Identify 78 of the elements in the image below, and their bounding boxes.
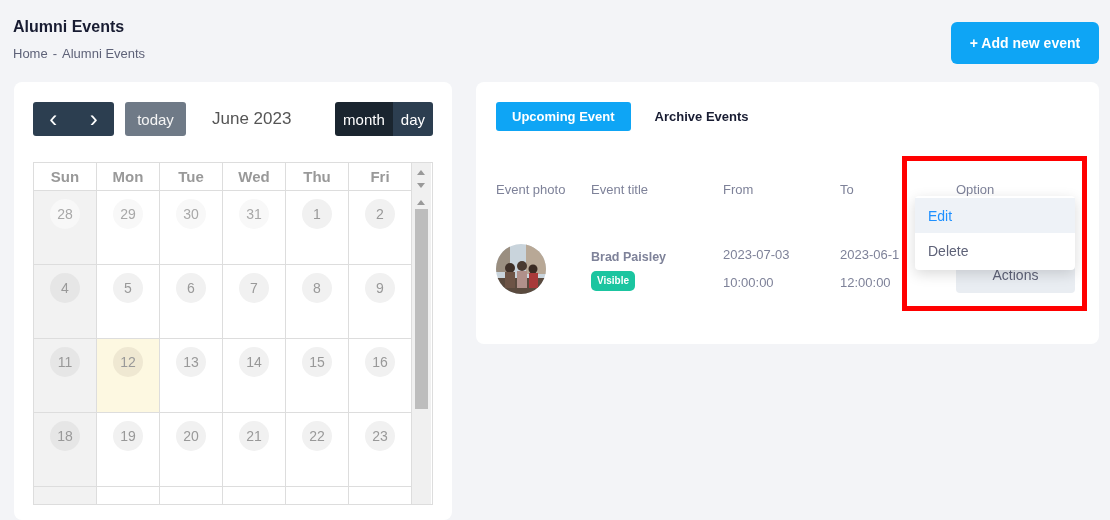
day-number[interactable]: 7 xyxy=(239,273,269,303)
to-date: 2023-06-1 xyxy=(840,246,900,264)
day-cell[interactable]: 15 xyxy=(286,339,349,413)
today-cell[interactable]: 12 xyxy=(97,339,160,413)
day-cell[interactable]: 11 xyxy=(34,339,97,413)
breadcrumb-item: Alumni Events xyxy=(62,46,146,61)
day-number[interactable]: 15 xyxy=(302,347,332,377)
weekday-header: Thu xyxy=(286,163,349,191)
day-number[interactable]: 22 xyxy=(302,421,332,451)
day-cell[interactable]: 29 xyxy=(97,191,160,265)
day-cell[interactable]: 30 xyxy=(160,191,223,265)
next-button[interactable]: › xyxy=(73,102,114,136)
day-cell[interactable]: 23 xyxy=(349,413,412,487)
day-cell[interactable]: 21 xyxy=(223,413,286,487)
day-number[interactable]: 23 xyxy=(365,421,395,451)
day-number[interactable]: 31 xyxy=(239,199,269,229)
day-cell[interactable]: 14 xyxy=(223,339,286,413)
day-number[interactable]: 11 xyxy=(50,347,80,377)
day-cell[interactable]: 9 xyxy=(349,265,412,339)
day-cell[interactable]: 8 xyxy=(286,265,349,339)
day-number[interactable]: 29 xyxy=(113,199,143,229)
day-cell[interactable]: 7 xyxy=(223,265,286,339)
to-date: 12:00:00 xyxy=(840,274,891,292)
day-number[interactable]: 28 xyxy=(50,199,80,229)
view-tab[interactable]: day xyxy=(392,102,433,136)
day-cell[interactable]: 20 xyxy=(160,413,223,487)
day-number[interactable]: 13 xyxy=(176,347,206,377)
day-cell[interactable]: 5 xyxy=(97,265,160,339)
day-cell[interactable]: 6 xyxy=(160,265,223,339)
day-number[interactable]: 5 xyxy=(113,273,143,303)
day-number[interactable]: 20 xyxy=(176,421,206,451)
day-cell[interactable]: 22 xyxy=(286,413,349,487)
day-number[interactable]: 12 xyxy=(113,347,143,377)
breadcrumb-separator: - xyxy=(52,46,58,61)
weekday-header: Wed xyxy=(223,163,286,191)
day-number[interactable]: 4 xyxy=(50,273,80,303)
previous-button[interactable]: ‹ xyxy=(33,102,74,136)
day-cell[interactable]: 4 xyxy=(34,265,97,339)
day-number[interactable]: 19 xyxy=(113,421,143,451)
today-button[interactable]: today xyxy=(125,102,186,136)
day-cell[interactable]: 18 xyxy=(34,413,97,487)
day-number[interactable]: 2 xyxy=(365,199,395,229)
weekday-header: Mon xyxy=(97,163,160,191)
day-number[interactable]: 21 xyxy=(239,421,269,451)
weekday-header: Tue xyxy=(160,163,223,191)
day-cell[interactable]: 31 xyxy=(223,191,286,265)
column-header: Option xyxy=(956,180,995,199)
view-tab[interactable]: month xyxy=(335,102,393,136)
month-label: June 2023 xyxy=(212,109,293,129)
tab[interactable]: Upcoming Event xyxy=(496,102,631,131)
column-header: Event photo xyxy=(496,180,566,199)
day-cell[interactable]: 16 xyxy=(349,339,412,413)
from-date: 2023-07-03 xyxy=(723,246,790,264)
day-cell[interactable]: 28 xyxy=(34,191,97,265)
day-number[interactable]: 1 xyxy=(302,199,332,229)
column-header: From xyxy=(723,180,754,199)
tab[interactable]: Archive Events xyxy=(638,102,765,131)
column-header: To xyxy=(840,180,854,199)
day-cell[interactable]: 1 xyxy=(286,191,349,265)
status-badge: Visible xyxy=(591,270,636,291)
day-number[interactable]: 14 xyxy=(239,347,269,377)
day-number[interactable]: 18 xyxy=(50,421,80,451)
column-header: Event title xyxy=(591,180,649,199)
day-number[interactable]: 30 xyxy=(176,199,206,229)
scrollbar[interactable] xyxy=(412,163,431,504)
day-number[interactable]: 8 xyxy=(302,273,332,303)
breadcrumb-item[interactable]: Home xyxy=(13,46,48,61)
day-cell[interactable]: 13 xyxy=(160,339,223,413)
from-date: 10:00:00 xyxy=(723,274,774,292)
menu-item[interactable]: Edit xyxy=(915,198,1075,233)
day-cell[interactable]: 2 xyxy=(349,191,412,265)
day-number[interactable]: 9 xyxy=(365,273,395,303)
page-title: Alumni Events xyxy=(13,18,126,36)
day-number[interactable]: 16 xyxy=(365,347,395,377)
add-event-button[interactable]: + Add new event xyxy=(951,22,1099,64)
day-number[interactable]: 6 xyxy=(176,273,206,303)
event-title: Brad Paisley xyxy=(591,248,667,266)
day-cell[interactable]: 19 xyxy=(97,413,160,487)
